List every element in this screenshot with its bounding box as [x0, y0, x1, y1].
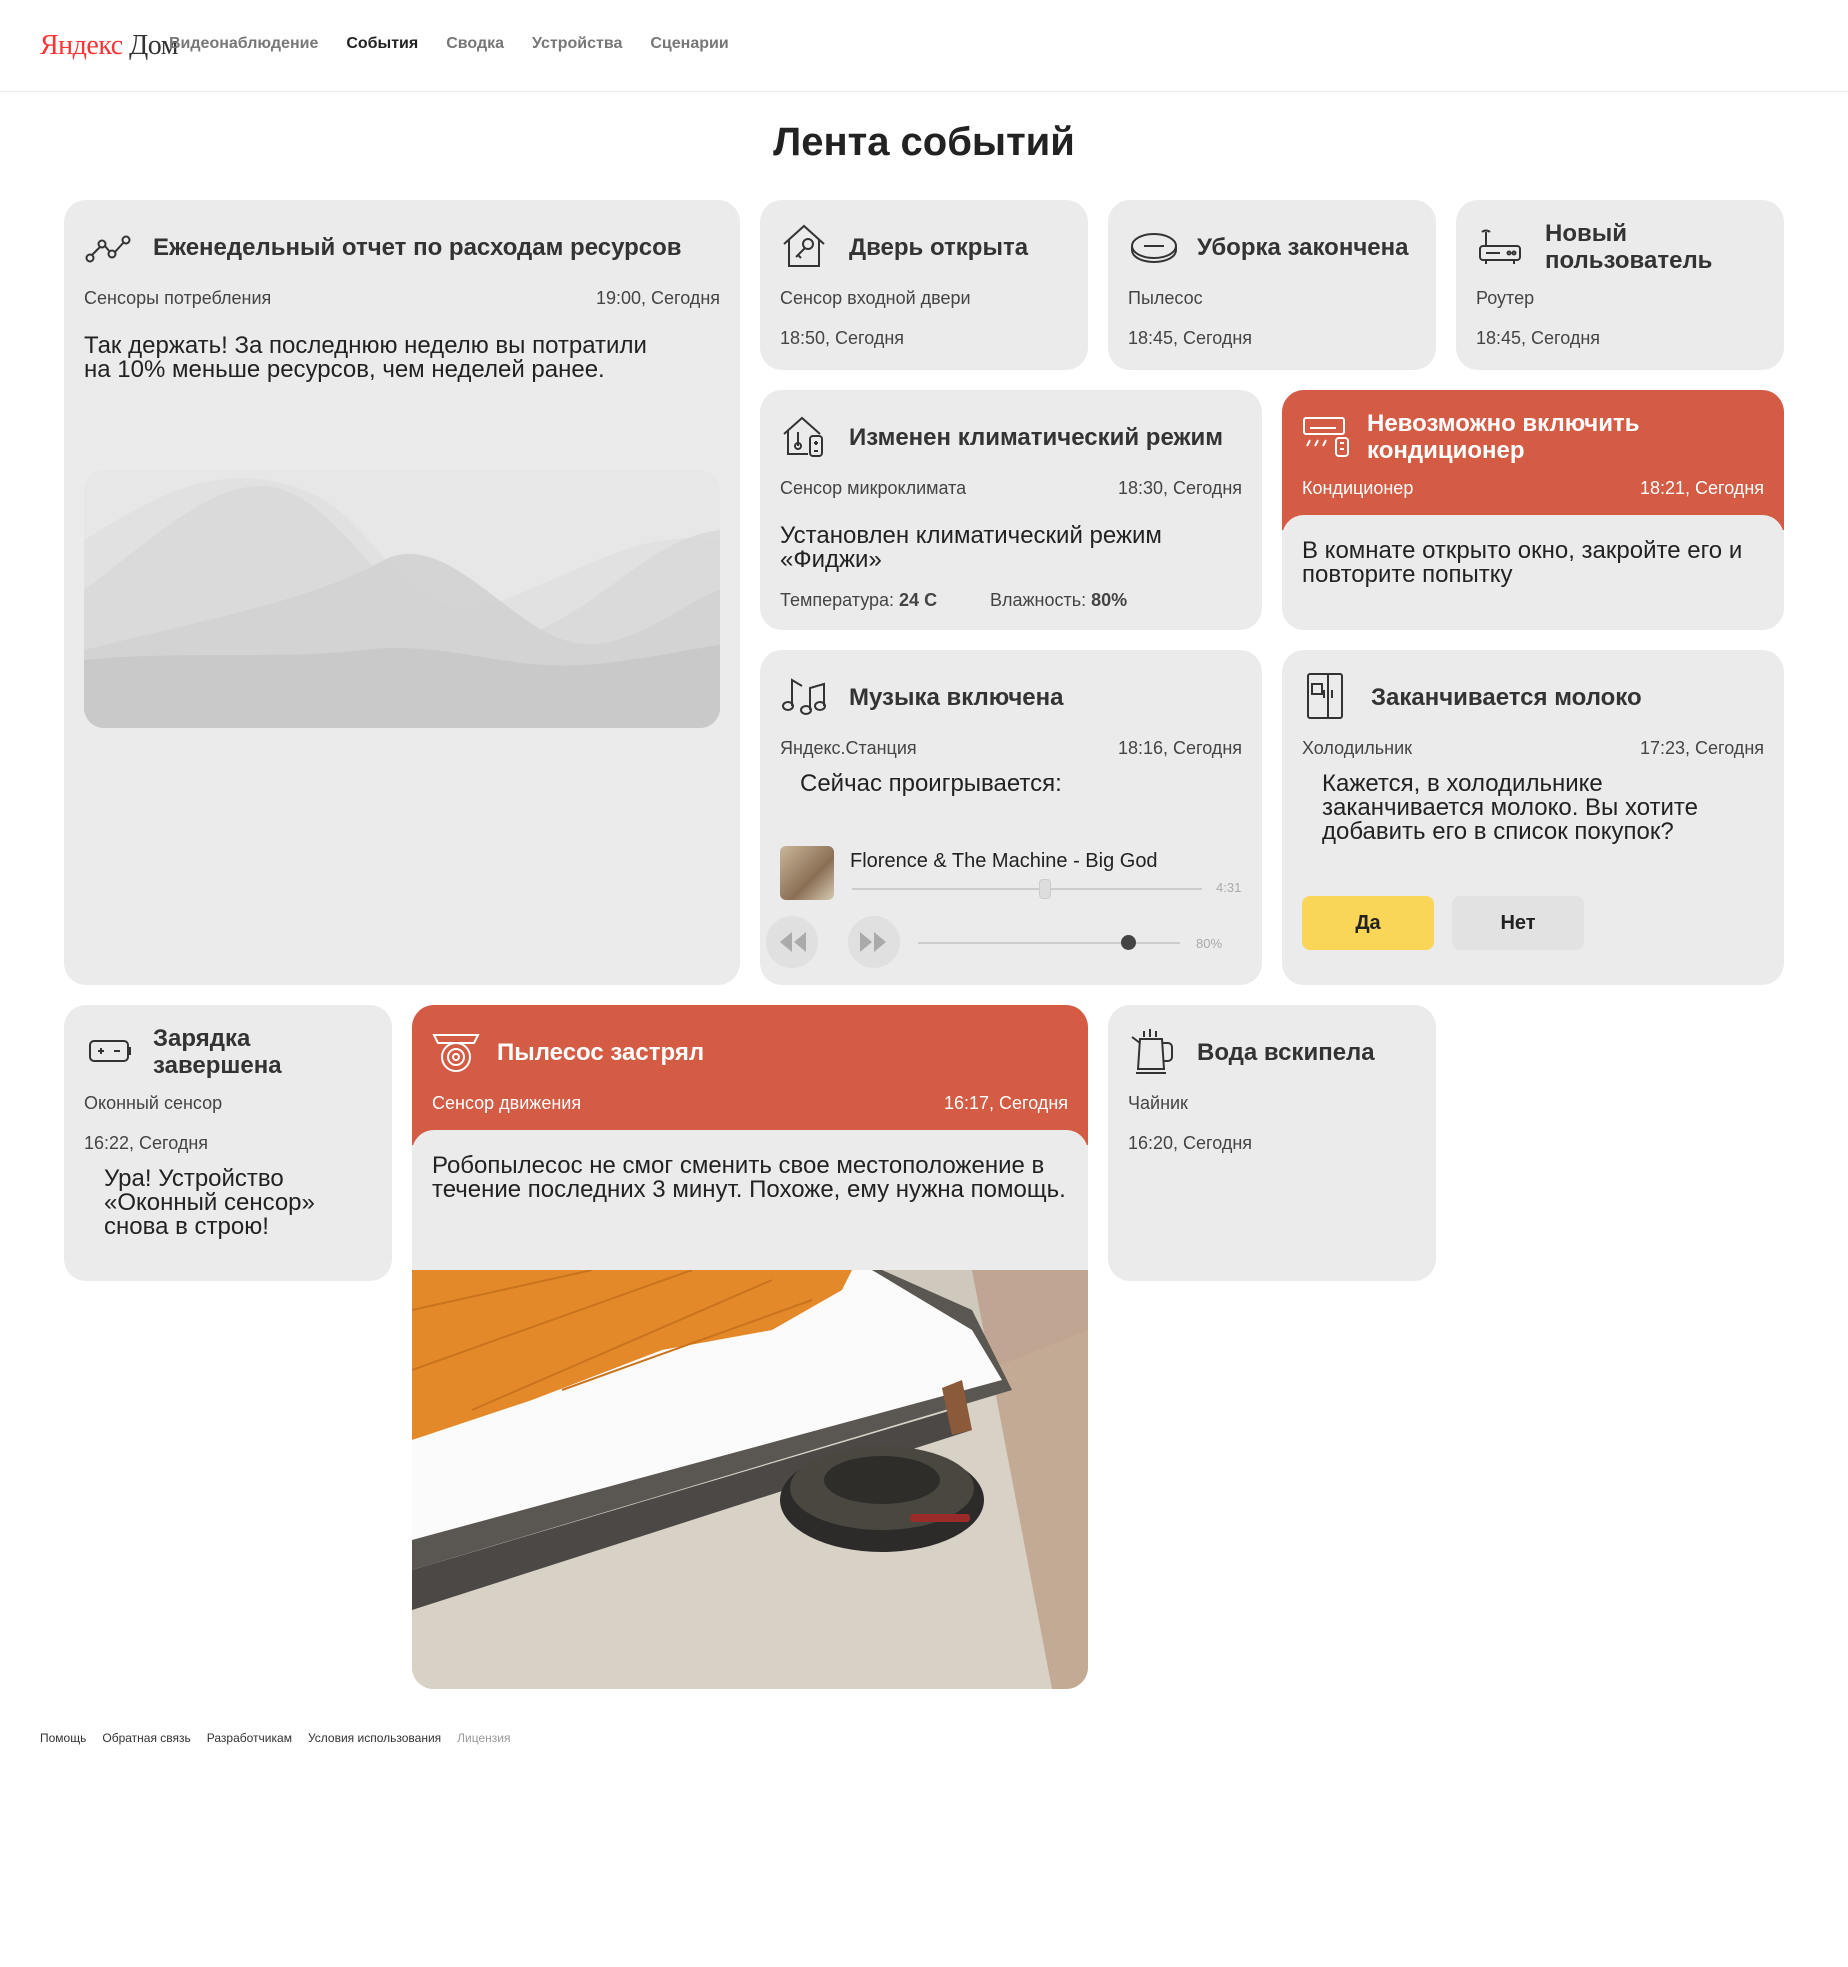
footer-terms-link[interactable]: Условия использования — [308, 1731, 441, 1745]
vacuum-card[interactable]: Пылесос застрял Сенсор движения 16:17, С… — [412, 1005, 1088, 1689]
card-title: Вода вскипела — [1197, 1039, 1375, 1066]
critical-body: Робопылесос не смог сменить свое местопо… — [412, 1130, 1088, 1689]
graph-icon — [84, 224, 132, 272]
page-title: Лента событий — [773, 120, 1075, 164]
door-card[interactable]: Дверь открыта Сенсор входной двери 18:50… — [760, 200, 1088, 370]
new-user-card[interactable]: Новый пользователь Роутер 18:45, Сегодня — [1456, 200, 1784, 370]
card-time: 19:00, Сегодня — [595, 288, 720, 308]
card-source: Яндекс.Станция — [780, 738, 917, 758]
card-time: 16:17, Сегодня — [943, 1093, 1068, 1113]
card-title: Новый пользователь — [1545, 220, 1713, 274]
card-time: 17:23, Сегодня — [1639, 738, 1764, 758]
robot-vacuum-icon — [1130, 224, 1178, 272]
card-source: Сенсоры потребления — [84, 288, 272, 308]
router-icon — [1476, 222, 1524, 270]
card-title: Еженедельный отчет по расходам ресурсов — [153, 234, 682, 261]
card-time: 18:45, Сегодня — [1476, 328, 1601, 348]
card-source: Сенсор входной двери — [780, 288, 971, 308]
volume-knob[interactable] — [1120, 935, 1136, 950]
card-source: Чайник — [1128, 1093, 1188, 1113]
rewind-icon — [780, 932, 806, 952]
card-source: Холодильник — [1302, 738, 1413, 758]
footer-help-link[interactable]: Помощь — [40, 1731, 86, 1745]
card-title: Изменен климатический режим — [849, 424, 1224, 451]
card-source: Оконный сенсор — [84, 1093, 223, 1113]
nav-summary[interactable]: Сводка — [446, 35, 504, 53]
card-description: Кажется, в холодильнике заканчивается мо… — [1322, 770, 1698, 845]
card-source: Сенсор микроклимата — [780, 478, 967, 498]
card-time: 16:20, Сегодня — [1128, 1133, 1253, 1153]
card-description: Робопылесос не смог сменить свое местопо… — [432, 1152, 1066, 1203]
forward-button[interactable] — [848, 916, 900, 968]
fridge-icon — [1302, 672, 1350, 720]
card-source: Пылесос — [1128, 288, 1203, 308]
card-description: Установлен климатический режим «Фиджи» — [780, 522, 1162, 573]
vacuum-photo — [412, 1270, 1088, 1689]
card-time: 18:30, Сегодня — [1117, 478, 1242, 498]
charge-card[interactable]: Зарядка завершена Оконный сенсор 16:22, … — [64, 1005, 392, 1281]
critical-body: В комнате открыто окно, закройте его и п… — [1282, 515, 1784, 630]
track-progress[interactable] — [852, 879, 1202, 899]
report-card[interactable]: Еженедельный отчет по расходам ресурсов … — [64, 200, 740, 985]
header: Яндекс Дом Видеонаблюдение События Сводк… — [0, 0, 1848, 92]
card-source: Кондиционер — [1302, 478, 1414, 498]
logo[interactable]: Яндекс Дом — [40, 30, 178, 62]
card-time: 18:21, Сегодня — [1639, 478, 1764, 498]
camera-icon — [432, 1027, 480, 1075]
temperature-readout: Температура: 24 С — [780, 590, 938, 610]
critical-header: Невозможно включить кондиционер Кондицио… — [1282, 390, 1784, 530]
card-title: Уборка закончена — [1197, 234, 1409, 261]
card-time: 18:45, Сегодня — [1128, 328, 1253, 348]
no-button[interactable]: Нет — [1452, 896, 1584, 950]
main-nav: Видеонаблюдение События Сводка Устройств… — [169, 35, 729, 53]
nav-scenarios[interactable]: Сценарии — [650, 35, 728, 53]
card-title: Дверь открыта — [849, 234, 1029, 261]
footer-feedback-link[interactable]: Обратная связь — [102, 1731, 190, 1745]
climate-card[interactable]: Изменен климатический режим Сенсор микро… — [760, 390, 1262, 630]
battery-icon — [86, 1027, 134, 1075]
fridge-card[interactable]: Заканчивается молоко Холодильник 17:23, … — [1282, 650, 1784, 985]
volume-label: 80% — [1196, 936, 1223, 951]
card-title: Заканчивается молоко — [1371, 684, 1642, 711]
aircon-card[interactable]: Невозможно включить кондиционер Кондицио… — [1282, 390, 1784, 630]
music-notes-icon — [780, 672, 828, 720]
music-card[interactable]: Музыка включена Яндекс.Станция 18:16, Се… — [760, 650, 1262, 985]
kettle-icon — [1128, 1027, 1176, 1075]
card-time: 18:50, Сегодня — [780, 328, 905, 348]
card-title: Невозможно включить кондиционер — [1367, 410, 1640, 464]
track-title: Florence & The Machine - Big God — [850, 850, 1158, 872]
card-description: Сейчас проигрывается: — [800, 770, 1062, 797]
card-source: Роутер — [1476, 288, 1535, 308]
report-graph — [84, 470, 720, 728]
card-time: 16:22, Сегодня — [84, 1133, 209, 1153]
volume-slider[interactable] — [918, 935, 1180, 950]
climate-house-icon — [780, 412, 828, 460]
yes-button[interactable]: Да — [1302, 896, 1434, 950]
door-key-icon — [780, 222, 828, 270]
air-conditioner-icon — [1302, 412, 1350, 460]
card-title: Музыка включена — [849, 684, 1064, 711]
footer-developers-link[interactable]: Разработчикам — [207, 1731, 292, 1745]
album-cover — [780, 846, 834, 900]
card-description: Так держать! За последнюю неделю вы потр… — [84, 332, 647, 383]
rewind-button[interactable] — [766, 916, 818, 968]
nav-devices[interactable]: Устройства — [532, 35, 622, 53]
kettle-card[interactable]: Вода вскипела Чайник 16:20, Сегодня — [1108, 1005, 1436, 1281]
card-description: Ура! Устройство «Оконный сенсор» снова в… — [104, 1165, 315, 1240]
footer-license-link[interactable]: Лицензия — [457, 1731, 510, 1745]
card-title: Зарядка завершена — [153, 1025, 282, 1079]
track-duration: 4:31 — [1216, 880, 1242, 895]
critical-header: Пылесос застрял Сенсор движения 16:17, С… — [412, 1005, 1088, 1145]
card-title: Пылесос застрял — [497, 1039, 705, 1066]
card-description: В комнате открыто окно, закройте его и п… — [1302, 537, 1743, 588]
card-time: 18:16, Сегодня — [1117, 738, 1242, 758]
cleaning-card[interactable]: Уборка закончена Пылесос 18:45, Сегодня — [1108, 200, 1436, 370]
nav-video[interactable]: Видеонаблюдение — [169, 35, 318, 53]
card-source: Сенсор движения — [432, 1093, 582, 1113]
footer: Помощь Обратная связь Разработчикам Усло… — [40, 1731, 510, 1745]
humidity-readout: Влажность: 80% — [990, 590, 1128, 610]
track-progress-knob[interactable] — [1038, 879, 1051, 899]
nav-events[interactable]: События — [346, 35, 418, 53]
forward-icon — [860, 932, 886, 952]
